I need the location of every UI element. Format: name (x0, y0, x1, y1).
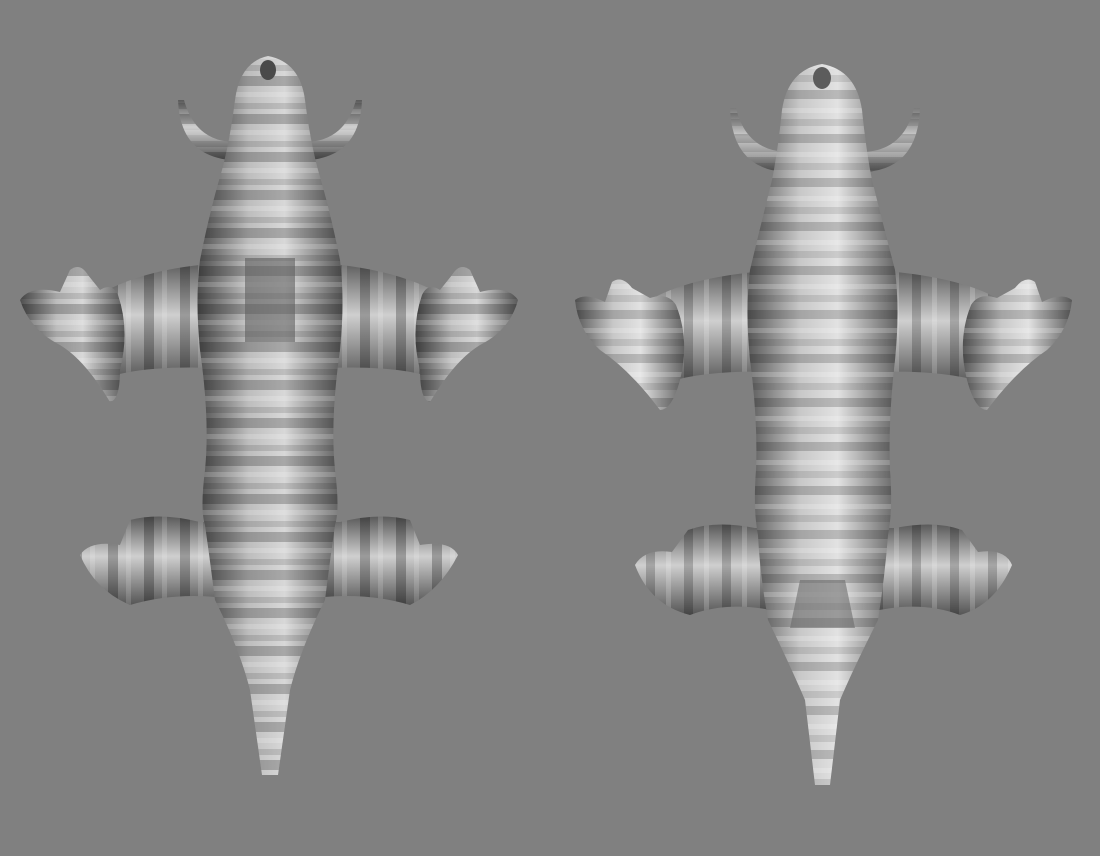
figure-right (575, 64, 1072, 785)
horn-right (308, 100, 362, 160)
chest-patch (245, 258, 295, 342)
figure-left (20, 56, 518, 775)
snout (260, 60, 276, 80)
horn-right (864, 108, 920, 172)
front-foot-right (962, 279, 1072, 410)
body (197, 56, 343, 775)
front-foot-left (575, 279, 685, 410)
render-viewport (0, 0, 1100, 856)
rendered-scene (20, 56, 1072, 785)
pelvis-patch (790, 580, 855, 628)
horn-left (178, 100, 232, 160)
body (747, 64, 898, 785)
front-foot-right (415, 266, 518, 402)
front-foot-left (20, 266, 125, 402)
snout (813, 67, 831, 89)
